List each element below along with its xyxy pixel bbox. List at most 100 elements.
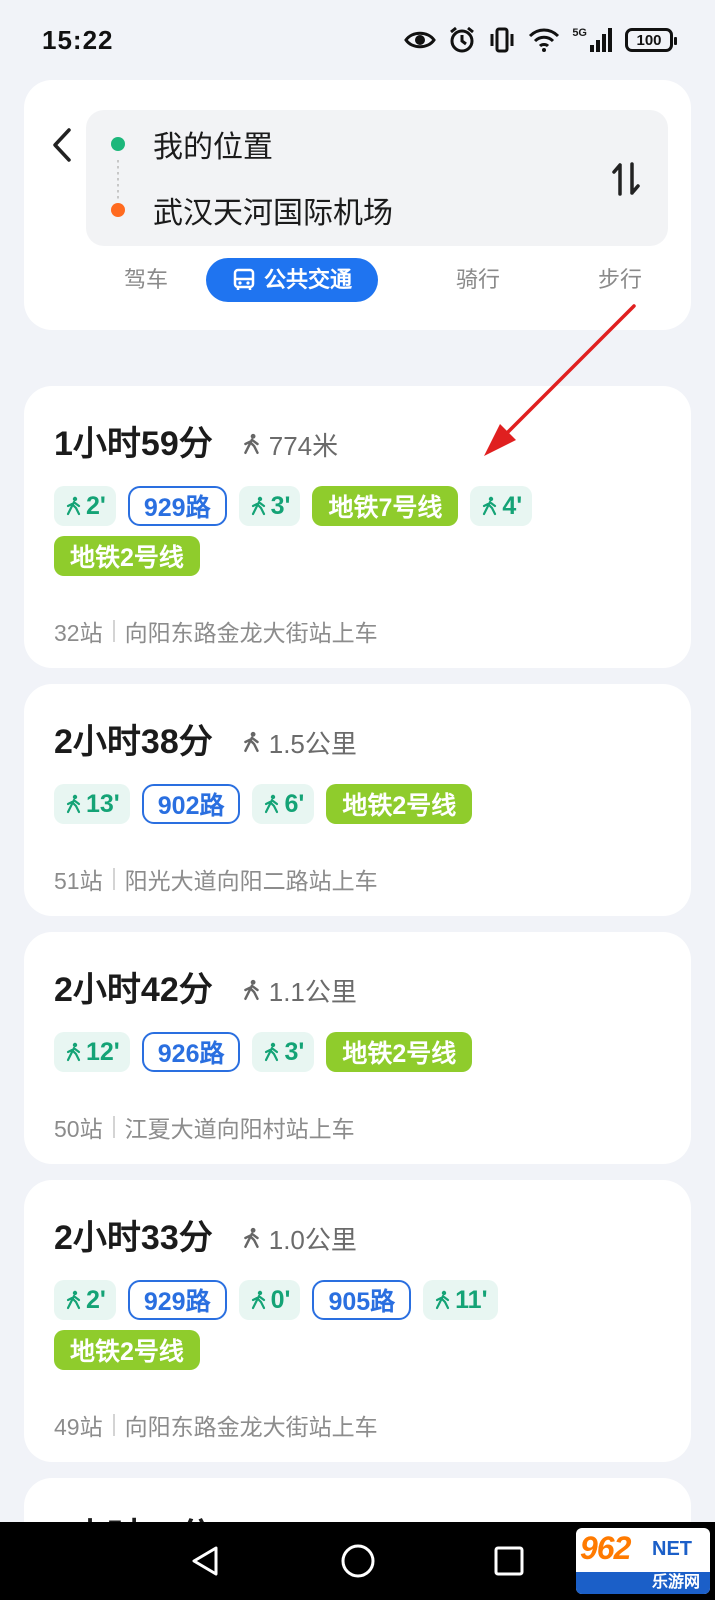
- nav-home-button[interactable]: [333, 1536, 383, 1586]
- tab-transit-label: 公共交通: [263, 267, 352, 292]
- segment-label: 6': [284, 789, 305, 818]
- tab-walk[interactable]: 步行: [590, 258, 650, 302]
- signal-5g-icon: 5G: [572, 27, 613, 53]
- plan-duration: 2小时42分: [54, 971, 213, 1009]
- bus-line-badge: 902路: [141, 784, 241, 824]
- segment-label: 地铁2号线: [342, 1040, 457, 1068]
- plan-footer: 50站 江夏大道向阳村站上车: [54, 1110, 355, 1144]
- origin-field[interactable]: 我的位置: [86, 114, 566, 174]
- plan-walk-distance-text: 1.5公里: [268, 728, 357, 759]
- walk-icon: [483, 496, 497, 516]
- walk-icon: [66, 794, 81, 814]
- plan-walk-distance-text: 1.1公里: [268, 976, 357, 1007]
- metro-line-badge: 地铁2号线: [54, 1330, 200, 1370]
- metro-line-badge: 地铁2号线: [326, 784, 473, 824]
- walk-icon: [265, 794, 279, 814]
- nav-back-button[interactable]: [180, 1536, 230, 1586]
- segment-label: 地铁2号线: [70, 1338, 184, 1366]
- footer-divider: [112, 1414, 115, 1436]
- walk-segment-badge: 3': [252, 1032, 315, 1072]
- walk-icon: [265, 1042, 279, 1062]
- swap-button[interactable]: [604, 154, 648, 204]
- segment-label: 905路: [328, 1288, 396, 1316]
- plan-walk-distance: 774米: [241, 426, 338, 463]
- eye-icon: [404, 31, 437, 49]
- walk-segment-badge: 4': [470, 486, 533, 526]
- plan-walk-distance: 1.1公里: [241, 972, 357, 1009]
- origin-text: 我的位置: [153, 131, 273, 164]
- walk-icon: [66, 1290, 81, 1310]
- plan-stop-count: 51站: [54, 868, 103, 894]
- plan-stop-count: 32站: [54, 620, 103, 646]
- plan-walk-distance: 1.0公里: [241, 1220, 357, 1257]
- plan-stop-count: 49站: [54, 1414, 103, 1440]
- segment-label: 12': [86, 1037, 120, 1066]
- walk-segment-badge: 12': [54, 1032, 130, 1072]
- walk-icon: [243, 979, 259, 1001]
- plan-duration: 2小时33分: [54, 1219, 213, 1257]
- swap-icon: [612, 162, 640, 196]
- route-plan-card[interactable]: 2小时33分 1.0公里 2' 929路 0' 905路 11' 地铁2号线 49站 向阳东路金龙…: [24, 1180, 691, 1462]
- metro-line-badge: 地铁2号线: [54, 536, 200, 576]
- walk-icon: [66, 496, 81, 516]
- plan-title: 2小时42分 1.1公里: [54, 962, 357, 1011]
- segment-label: 929路: [143, 1288, 211, 1316]
- walk-icon: [243, 433, 259, 455]
- walk-icon: [251, 1290, 265, 1310]
- watermark-subtitle: 乐游网: [576, 1572, 710, 1594]
- plan-walk-distance: 1.5公里: [241, 724, 357, 761]
- walk-segment-badge: 2': [54, 486, 116, 526]
- segment-label: 11': [455, 1285, 488, 1314]
- segment-label: 地铁7号线: [328, 494, 443, 522]
- plan-segments: 13' 902路 6' 地铁2号线: [54, 784, 654, 824]
- segment-label: 0': [270, 1285, 291, 1314]
- plan-boarding-stop: 向阳东路金龙大街站上车: [124, 1414, 378, 1440]
- segment-label: 4': [502, 491, 523, 520]
- route-plan-card[interactable]: 2小时38分 1.5公里 13' 902路 6' 地铁2号线 51站 阳光大道向阳二路站上车: [24, 684, 691, 916]
- plan-segments: 12' 926路 3' 地铁2号线: [54, 1032, 654, 1072]
- watermark-number: 962: [580, 1530, 631, 1566]
- plan-segments: 2' 929路 0' 905路 11' 地铁2号线: [54, 1280, 654, 1370]
- route-plan-card[interactable]: 1小时59分 774米 2' 929路 3' 地铁7号线 4' 地铁2号线 32站 向阳东路金龙大…: [24, 386, 691, 668]
- status-icons: 5G 100: [404, 26, 677, 54]
- plan-footer: 51站 阳光大道向阳二路站上车: [54, 862, 378, 896]
- plan-title: 2小时38分 1.5公里: [54, 714, 357, 763]
- plan-stop-count: 50站: [54, 1116, 103, 1142]
- network-type: 5G: [572, 27, 587, 39]
- segment-label: 2': [86, 491, 106, 520]
- battery-icon: 100: [625, 28, 677, 52]
- footer-divider: [112, 868, 115, 890]
- plan-title: 1小时59分 774米: [54, 416, 338, 465]
- watermark-suffix: NET: [652, 1538, 692, 1560]
- segment-label: 929路: [143, 494, 211, 522]
- tab-drive[interactable]: 驾车: [116, 258, 176, 302]
- segment-label: 地铁2号线: [342, 792, 457, 820]
- walk-segment-badge: 6': [252, 784, 315, 824]
- metro-line-badge: 地铁2号线: [326, 1032, 473, 1072]
- nav-recent-button[interactable]: [484, 1536, 534, 1586]
- walk-segment-badge: 13': [54, 784, 130, 824]
- segment-label: 902路: [157, 792, 225, 820]
- plan-boarding-stop: 向阳东路金龙大街站上车: [124, 620, 378, 646]
- walk-icon: [436, 1290, 450, 1310]
- footer-divider: [112, 620, 115, 642]
- back-button[interactable]: [42, 120, 82, 170]
- metro-line-badge: 地铁7号线: [312, 486, 459, 526]
- plan-walk-distance-text: 1.0公里: [268, 1224, 357, 1255]
- tab-transit[interactable]: 公共交通: [206, 258, 378, 302]
- walk-segment-badge: 11': [423, 1280, 498, 1320]
- route-header: 我的位置 武汉天河国际机场 驾车 公共交通 骑行 步行: [24, 80, 691, 330]
- walk-segment-badge: 0': [238, 1280, 301, 1320]
- destination-field[interactable]: 武汉天河国际机场: [86, 180, 566, 240]
- plan-footer: 32站 向阳东路金龙大街站上车: [54, 614, 378, 648]
- plan-boarding-stop: 阳光大道向阳二路站上车: [124, 868, 378, 894]
- plan-footer: 49站 向阳东路金龙大街站上车: [54, 1408, 378, 1442]
- walk-icon: [66, 1042, 81, 1062]
- segment-label: 13': [86, 789, 120, 818]
- bus-line-badge: 929路: [127, 1280, 227, 1320]
- alarm-icon: [450, 26, 475, 53]
- walk-icon: [243, 731, 259, 753]
- route-plan-card[interactable]: 2小时42分 1.1公里 12' 926路 3' 地铁2号线 50站 江夏大道向阳村站上车: [24, 932, 691, 1164]
- tab-ride[interactable]: 骑行: [448, 258, 508, 302]
- origin-dot-icon: [111, 137, 125, 151]
